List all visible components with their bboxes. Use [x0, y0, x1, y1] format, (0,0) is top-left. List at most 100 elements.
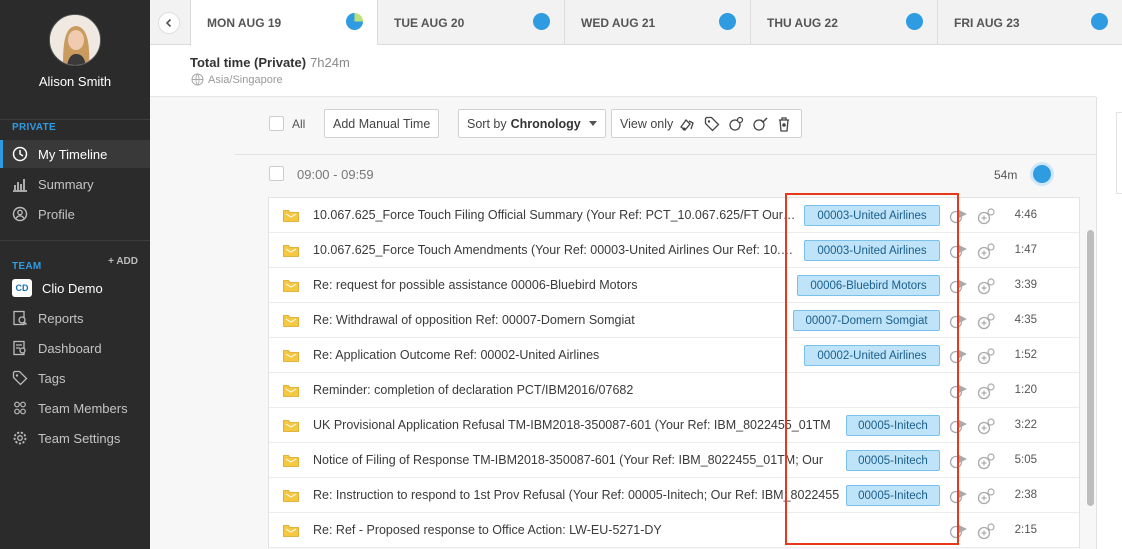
- list-item[interactable]: Re: Withdrawal of opposition Ref: 00007-…: [269, 303, 1079, 338]
- matter-tag[interactable]: 00005-Initech: [846, 450, 940, 471]
- list-item[interactable]: Re: request for possible assistance 0000…: [269, 268, 1079, 303]
- day-progress-pie: [906, 13, 923, 30]
- list-item[interactable]: Re: Application Outcome Ref: 00002-Unite…: [269, 338, 1079, 373]
- entry-title: Reminder: completion of declaration PCT/…: [313, 383, 634, 397]
- private-filter-icon[interactable]: [727, 115, 745, 133]
- email-folder-icon: [283, 525, 299, 537]
- private-toggle-icon[interactable]: [977, 522, 997, 540]
- tab-label: WED AUG 21: [581, 15, 656, 30]
- sidebar-item-profile[interactable]: Profile: [0, 200, 150, 228]
- private-toggle-icon[interactable]: [977, 242, 997, 260]
- list-item[interactable]: 10.067.625_Force Touch Amendments (Your …: [269, 233, 1079, 268]
- sidebar-item-team-settings[interactable]: Team Settings: [0, 424, 150, 452]
- total-time-label: Total time (Private): [190, 55, 307, 70]
- private-toggle-icon[interactable]: [977, 382, 997, 400]
- entry-duration: 3:39: [1014, 279, 1037, 291]
- matter-tag[interactable]: 00003-United Airlines: [804, 240, 940, 261]
- select-all-checkbox[interactable]: [269, 116, 284, 131]
- unassigned-filter-icon[interactable]: [679, 115, 697, 133]
- tab-mon-aug-19[interactable]: MON AUG 19: [190, 0, 377, 46]
- email-folder-icon: [283, 280, 299, 292]
- tab-label: MON AUG 19: [207, 16, 282, 30]
- list-item[interactable]: Re: Instruction to respond to 1st Prov R…: [269, 478, 1079, 513]
- sidebar-item-reports[interactable]: Reports: [0, 304, 150, 332]
- completed-filter-icon[interactable]: [751, 115, 769, 133]
- report-icon: [12, 310, 28, 326]
- assign-icon[interactable]: [949, 522, 969, 539]
- chevron-left-icon[interactable]: [158, 12, 180, 34]
- sort-dropdown[interactable]: Sort by Chronology: [458, 109, 606, 138]
- sidebar-item-my-timeline[interactable]: My Timeline: [0, 140, 160, 168]
- tab-fri-aug-23[interactable]: FRI AUG 23: [937, 0, 1122, 45]
- tab-label: TUE AUG 20: [394, 15, 465, 30]
- assign-icon[interactable]: [949, 487, 969, 504]
- group-time-range: 09:00 - 09:59: [297, 167, 374, 182]
- matter-tag[interactable]: 00003-United Airlines: [804, 205, 940, 226]
- email-folder-icon: [283, 420, 299, 432]
- list-item[interactable]: UK Provisional Application Refusal TM-IB…: [269, 408, 1079, 443]
- sidebar-item-clio-demo[interactable]: CD Clio Demo: [0, 274, 150, 302]
- add-team-button[interactable]: + ADD: [108, 256, 138, 267]
- tab-thu-aug-22[interactable]: THU AUG 22: [750, 0, 937, 45]
- add-manual-time-button[interactable]: Add Manual Time: [324, 109, 440, 138]
- sidebar-item-dashboard[interactable]: Dashboard: [0, 334, 150, 362]
- view-only-filter[interactable]: View only: [611, 109, 803, 138]
- email-folder-icon: [283, 245, 299, 257]
- list-item[interactable]: Re: Ref - Proposed response to Office Ac…: [269, 513, 1079, 548]
- private-toggle-icon[interactable]: [977, 312, 997, 330]
- sort-prefix: Sort by: [467, 116, 507, 131]
- list-item[interactable]: 10.067.625_Force Touch Filing Official S…: [269, 198, 1079, 233]
- private-toggle-icon[interactable]: [977, 487, 997, 505]
- entry-duration: 4:35: [1014, 314, 1037, 326]
- sidebar-item-team-members[interactable]: Team Members: [0, 394, 150, 422]
- tag-filter-icon[interactable]: [703, 115, 721, 133]
- tab-tue-aug-20[interactable]: TUE AUG 20: [377, 0, 564, 45]
- assign-icon[interactable]: [949, 277, 969, 294]
- assign-icon[interactable]: [949, 347, 969, 364]
- team-members-icon: [12, 400, 28, 416]
- email-folder-icon: [283, 315, 299, 327]
- entry-title: 10.067.625_Force Touch Amendments (Your …: [313, 243, 798, 257]
- avatar[interactable]: [49, 14, 101, 66]
- entry-duration: 2:38: [1014, 489, 1037, 501]
- assign-icon[interactable]: [949, 207, 969, 224]
- matter-tag[interactable]: 00007-Domern Somgiat: [793, 310, 940, 331]
- assign-icon[interactable]: [949, 382, 969, 399]
- scrollbar[interactable]: [1087, 230, 1094, 506]
- sidebar-item-tags[interactable]: Tags: [0, 364, 150, 392]
- sidebar-item-summary[interactable]: Summary: [0, 170, 150, 198]
- entry-duration: 3:22: [1014, 419, 1037, 431]
- assign-icon[interactable]: [949, 242, 969, 259]
- private-section-label: PRIVATE: [12, 122, 56, 133]
- matter-tag[interactable]: 00002-United Airlines: [804, 345, 940, 366]
- private-toggle-icon[interactable]: [977, 207, 997, 225]
- group-checkbox[interactable]: [269, 166, 284, 181]
- private-toggle-icon[interactable]: [977, 417, 997, 435]
- assign-icon[interactable]: [949, 417, 969, 434]
- sidebar-item-label: Clio Demo: [42, 280, 103, 296]
- dashboard-icon: [12, 340, 28, 356]
- assign-icon[interactable]: [949, 452, 969, 469]
- tab-wed-aug-21[interactable]: WED AUG 21: [564, 0, 750, 45]
- email-folder-icon: [283, 455, 299, 467]
- tab-label: FRI AUG 23: [954, 15, 1020, 30]
- list-item[interactable]: Reminder: completion of declaration PCT/…: [269, 373, 1079, 408]
- entry-title: Re: request for possible assistance 0000…: [313, 278, 638, 292]
- select-all[interactable]: All: [269, 109, 305, 138]
- chevron-down-icon: [588, 121, 597, 126]
- matter-tag[interactable]: 00006-Bluebird Motors: [797, 275, 940, 296]
- right-panel-divider: [1096, 97, 1097, 549]
- user-circle-icon: [12, 206, 28, 222]
- matter-tag[interactable]: 00005-Initech: [846, 485, 940, 506]
- trash-filter-icon[interactable]: [775, 115, 793, 133]
- list-item[interactable]: Notice of Filing of Response TM-IBM2018-…: [269, 443, 1079, 478]
- assign-icon[interactable]: [949, 312, 969, 329]
- private-toggle-icon[interactable]: [977, 347, 997, 365]
- private-toggle-icon[interactable]: [977, 277, 997, 295]
- sort-value: Chronology: [510, 116, 581, 131]
- entry-title: Re: Ref - Proposed response to Office Ac…: [313, 523, 662, 537]
- user-name: Alison Smith: [38, 74, 112, 89]
- matter-tag[interactable]: 00005-Initech: [846, 415, 940, 436]
- entry-title: UK Provisional Application Refusal TM-IB…: [313, 418, 831, 432]
- private-toggle-icon[interactable]: [977, 452, 997, 470]
